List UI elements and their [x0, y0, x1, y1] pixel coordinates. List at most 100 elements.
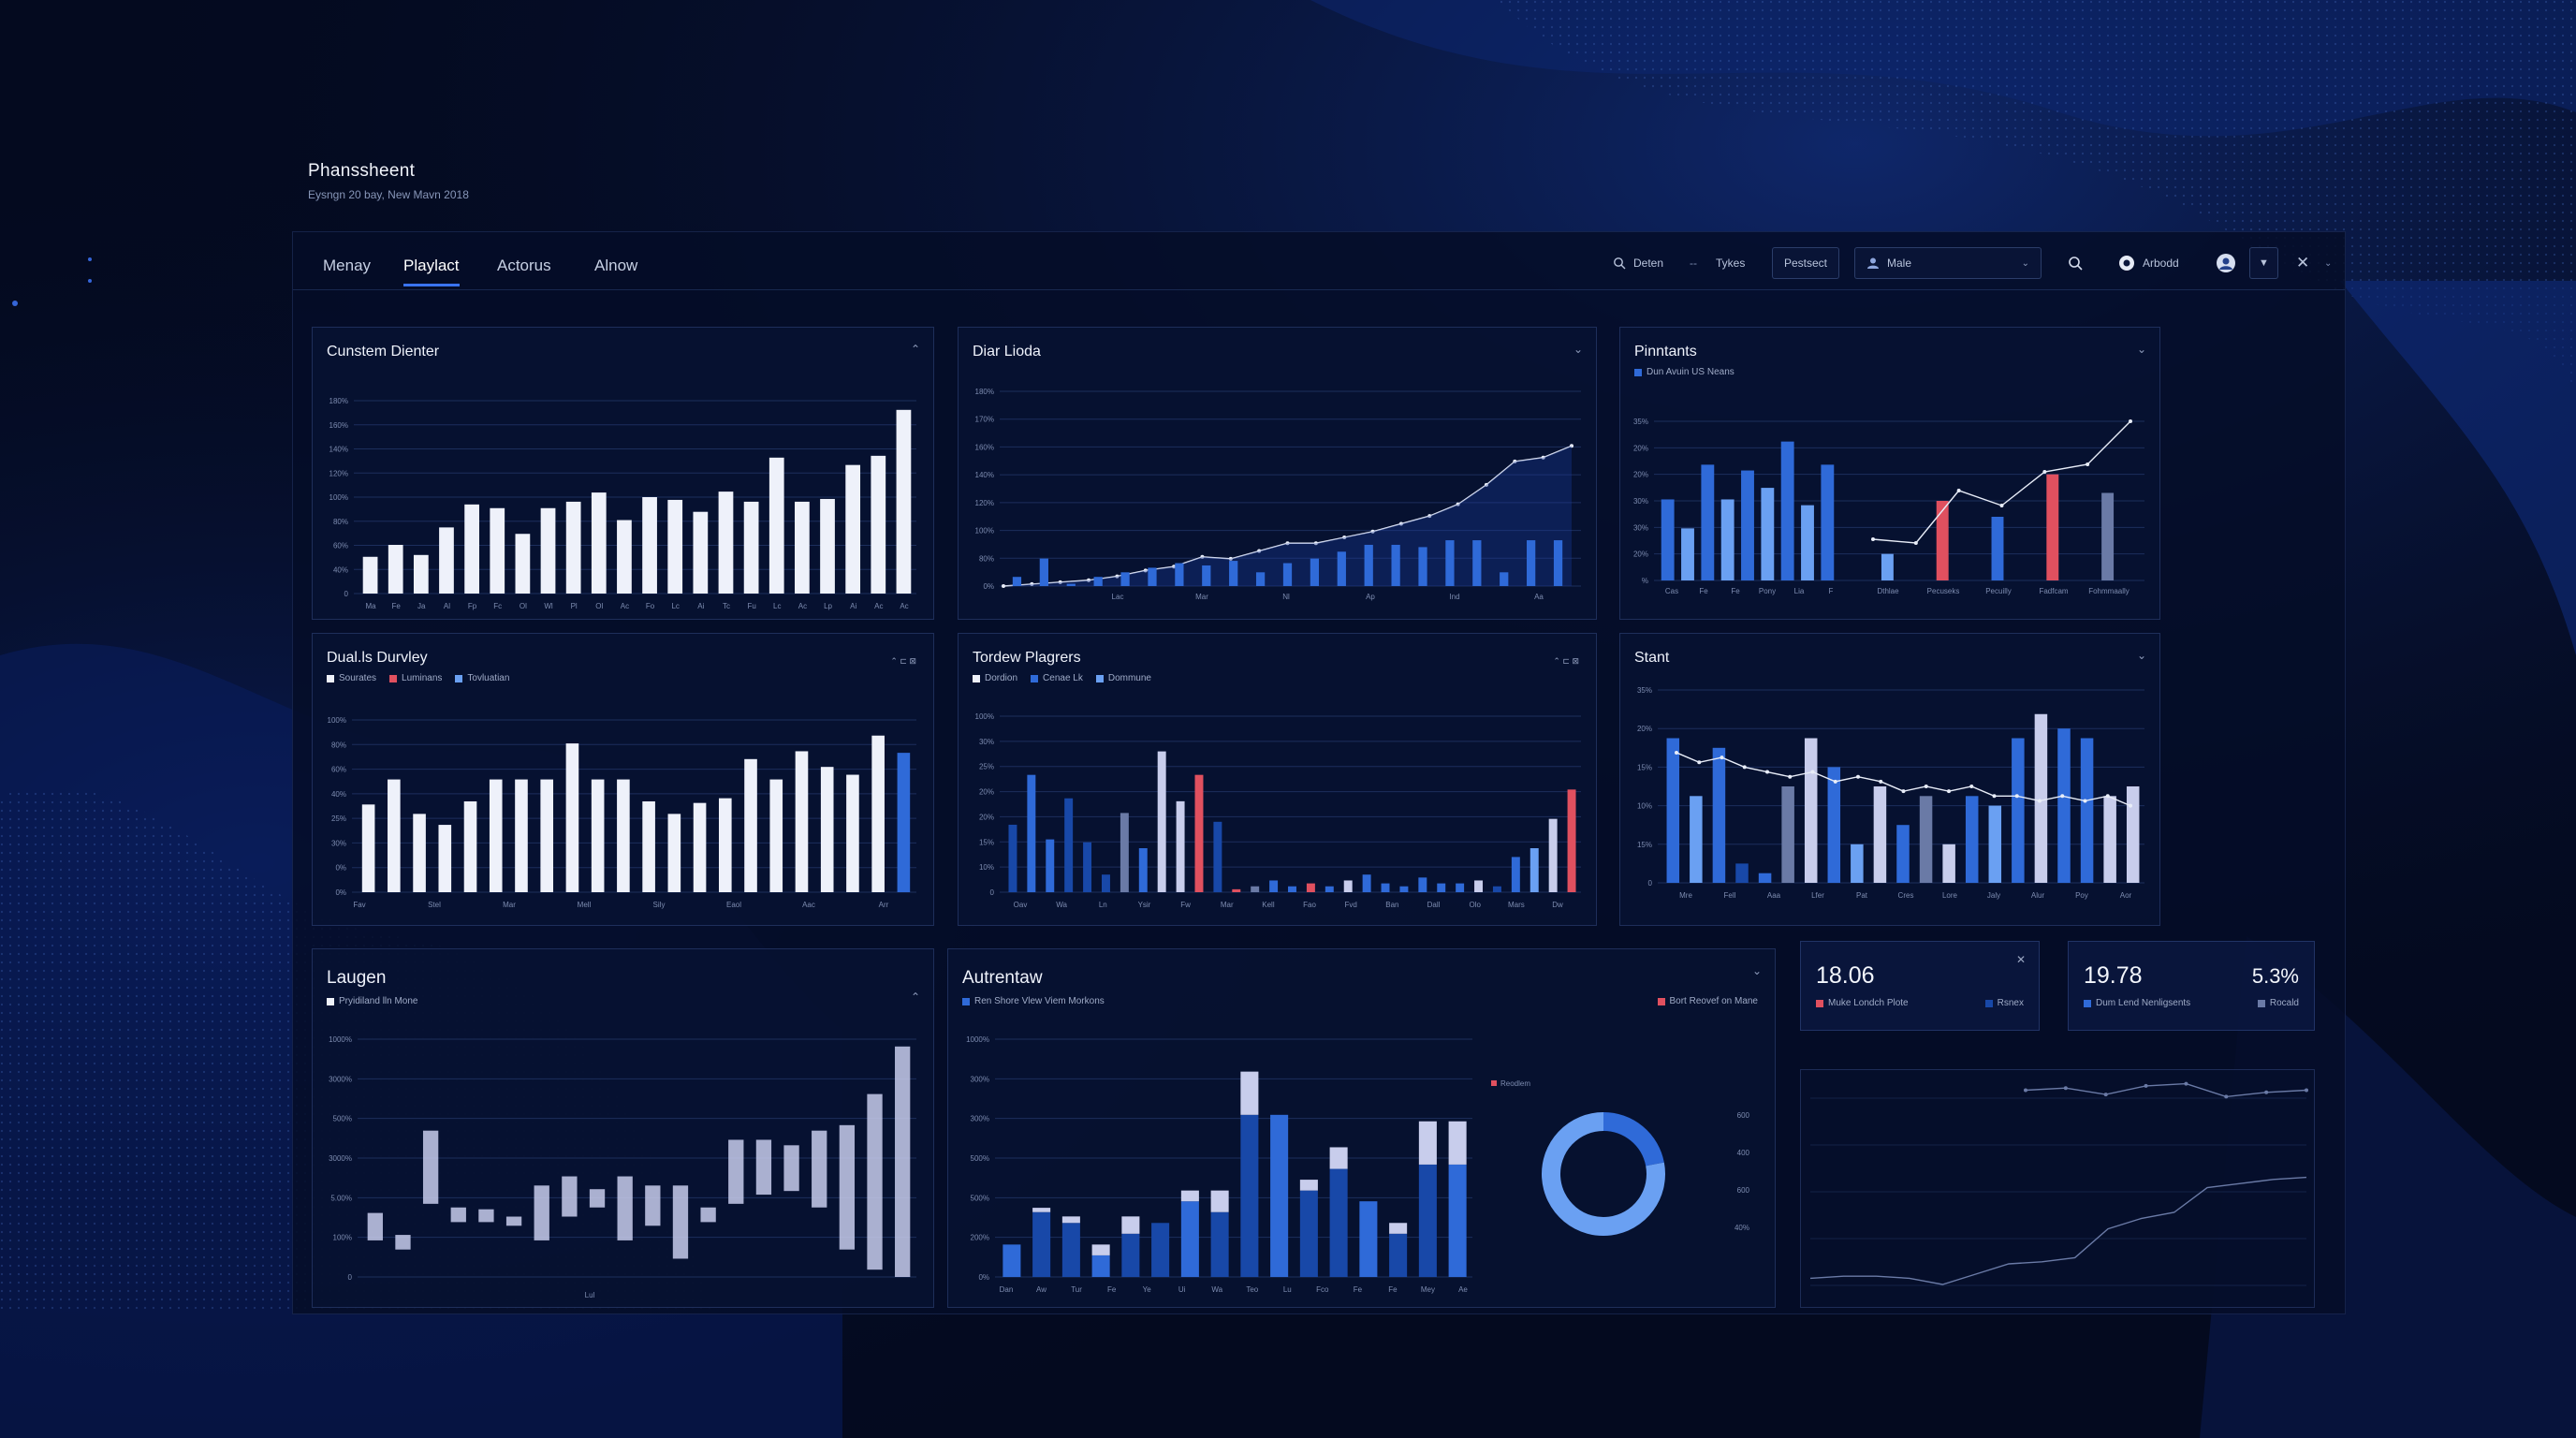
chart-bar	[1896, 825, 1910, 883]
y-tick-label: 0	[1648, 879, 1653, 888]
chart-bar	[2126, 786, 2140, 883]
chart-bar	[2080, 738, 2094, 883]
chart-bar	[1919, 796, 1933, 883]
filter-button[interactable]: Deten	[1613, 253, 1663, 273]
y-tick-label: 0	[990, 888, 995, 897]
chart-bar	[413, 554, 429, 594]
more-button[interactable]: ⌄	[2324, 253, 2332, 273]
line-chart	[1809, 1081, 2308, 1286]
chart-bar-stack	[1389, 1223, 1408, 1234]
tab-playlact[interactable]: Playlact	[403, 257, 460, 286]
x-tick-label: Lore	[1942, 891, 1958, 900]
x-tick-label: Ban	[1385, 901, 1398, 909]
y-tick-label: 0	[348, 1273, 353, 1282]
kpi-percentage: 5.3%	[2251, 964, 2299, 988]
chart-bar	[1821, 464, 1835, 580]
close-button[interactable]: ✕	[2296, 253, 2309, 273]
line-point	[1697, 760, 1702, 765]
tab-actorus[interactable]: Actorus	[497, 257, 551, 275]
x-tick-label: Dw	[1552, 901, 1563, 909]
chart-bar	[2046, 474, 2059, 580]
chart-bar	[540, 779, 554, 892]
avatar[interactable]	[2216, 253, 2236, 273]
chart-bar	[1456, 883, 1465, 892]
chart-bar	[1781, 786, 1794, 883]
line-point	[2086, 462, 2090, 466]
x-tick-label: Aor	[2120, 891, 2132, 900]
kpi-label-left: Dum Lend Nenligsents	[2084, 998, 2190, 1008]
tab-alnow[interactable]: Alnow	[594, 257, 637, 275]
chart-bar	[768, 457, 784, 594]
chart-bar	[812, 1130, 827, 1208]
search-button[interactable]	[2068, 253, 2083, 273]
line-point	[2105, 794, 2110, 799]
chart-bar	[1148, 567, 1157, 586]
chart-bar	[1511, 857, 1520, 892]
y-tick-label: 20%	[1633, 550, 1648, 559]
chart-bar	[1666, 738, 1680, 883]
x-tick-label: Fe	[1388, 1285, 1398, 1294]
chart-bar	[839, 1124, 856, 1250]
account-button[interactable]: Arbodd	[2118, 253, 2179, 273]
chart-bar	[1827, 767, 1841, 883]
panel-tordew-plagrers: Tordew Plagrers ⌃ ⊏ ⊠ Dordion Cenae Lk D…	[958, 633, 1597, 926]
filter-label: Deten	[1633, 257, 1664, 270]
account-label: Arbodd	[2143, 257, 2179, 270]
chart-bar	[591, 492, 607, 594]
chart-bar-stack	[1061, 1216, 1080, 1224]
protect-button[interactable]: Pestsect	[1772, 247, 1840, 279]
x-tick-label: Mar	[503, 901, 516, 909]
line-point	[1720, 756, 1724, 760]
chart-bar-stack	[1240, 1071, 1259, 1115]
line-point	[1856, 774, 1860, 779]
chart-bar	[1761, 488, 1775, 580]
y-tick-label: 160%	[329, 421, 348, 430]
user-select[interactable]: Male ⌄	[1854, 247, 2042, 279]
x-tick-label: Dall	[1427, 901, 1441, 909]
chart-bar	[783, 1145, 799, 1192]
app-header: Phanssheent Eysngn 20 bay, New Mavn 2018	[308, 161, 469, 201]
kpi-label-text: Muke Londch Plote	[1828, 998, 1909, 1008]
x-tick-label: Lc	[773, 602, 781, 610]
trend-line	[1809, 1176, 2307, 1285]
chart-bar	[1681, 528, 1694, 580]
chart-bar	[1530, 848, 1539, 892]
chart-bar	[562, 1176, 578, 1217]
kpi-label-text: Rsnex	[1997, 998, 2024, 1008]
menu-dropdown-button[interactable]: ▼	[2249, 247, 2278, 279]
chart-bar	[1661, 499, 1675, 580]
x-tick-label: Ol	[595, 602, 603, 610]
tab-menay[interactable]: Menay	[323, 257, 371, 275]
x-tick-label: Stel	[428, 901, 441, 909]
kpi-card-2[interactable]: 19.78 5.3% Dum Lend Nenligsents Rocald	[2068, 941, 2315, 1031]
types-button[interactable]: Tykes	[1716, 253, 1745, 273]
x-tick-label: Dan	[1000, 1285, 1014, 1294]
bar-line-chart: 180% 170% 160% 140% 120% 100% 80% 0% Lac Mar Nl Ap I…	[975, 388, 1581, 601]
y-tick-label: 0%	[335, 888, 346, 897]
y-tick-label: 30%	[1633, 523, 1648, 532]
line-point	[1675, 750, 1678, 755]
y-tick-label: 80%	[333, 518, 348, 526]
x-tick-label: Aw	[1036, 1285, 1046, 1294]
x-tick-label: Fe	[391, 602, 401, 610]
line-point	[1901, 789, 1906, 794]
chart-bar	[896, 409, 912, 594]
line-point	[1999, 504, 2004, 507]
chart-bar	[693, 802, 707, 892]
y-tick-label: 60%	[333, 542, 348, 550]
x-tick-label: Oav	[1014, 901, 1028, 909]
kpi-card-1[interactable]: 18.06 ✕ Muke Londch Plote Rsnex	[1800, 941, 2040, 1031]
x-tick-label: Ja	[417, 602, 426, 610]
x-tick-label: Fe	[1699, 587, 1708, 595]
x-tick-label: Ac	[798, 602, 807, 610]
close-button[interactable]: ✕	[2016, 953, 2026, 966]
chart-bar	[2012, 738, 2025, 883]
panel-pinntants: Pinntants ⌄ Dun Avuin US Neans 35% 20% 20%…	[1619, 327, 2160, 620]
y-tick-label: 3000%	[329, 1154, 352, 1163]
y-tick-label: 100%	[329, 493, 348, 502]
x-tick-label: Fo	[646, 602, 655, 610]
x-tick-label: Lfer	[1811, 891, 1824, 900]
chart-bar	[1362, 874, 1371, 892]
y-tick-label: 20%	[1633, 444, 1648, 452]
y-tick-label: 20%	[979, 813, 994, 821]
